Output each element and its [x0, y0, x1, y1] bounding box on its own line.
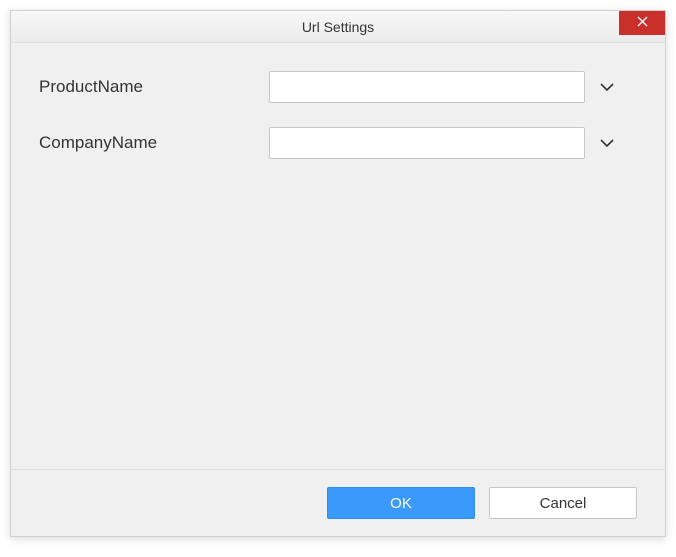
- company-name-expand[interactable]: [597, 133, 617, 153]
- chevron-down-icon: [600, 134, 614, 152]
- ok-button[interactable]: OK: [327, 487, 475, 519]
- dialog-content: ProductName CompanyName: [11, 43, 665, 469]
- chevron-down-icon: [600, 78, 614, 96]
- product-name-input[interactable]: [269, 71, 585, 103]
- close-button[interactable]: [619, 11, 665, 35]
- product-name-input-wrap: [269, 71, 637, 103]
- company-name-label: CompanyName: [39, 133, 269, 153]
- cancel-button[interactable]: Cancel: [489, 487, 637, 519]
- form-row-product-name: ProductName: [39, 71, 637, 103]
- url-settings-dialog: Url Settings ProductName: [10, 10, 666, 537]
- form-row-company-name: CompanyName: [39, 127, 637, 159]
- titlebar: Url Settings: [11, 11, 665, 43]
- dialog-title: Url Settings: [11, 19, 665, 35]
- product-name-expand[interactable]: [597, 77, 617, 97]
- dialog-footer: OK Cancel: [11, 470, 665, 536]
- close-icon: [637, 14, 648, 32]
- company-name-input-wrap: [269, 127, 637, 159]
- company-name-input[interactable]: [269, 127, 585, 159]
- product-name-label: ProductName: [39, 77, 269, 97]
